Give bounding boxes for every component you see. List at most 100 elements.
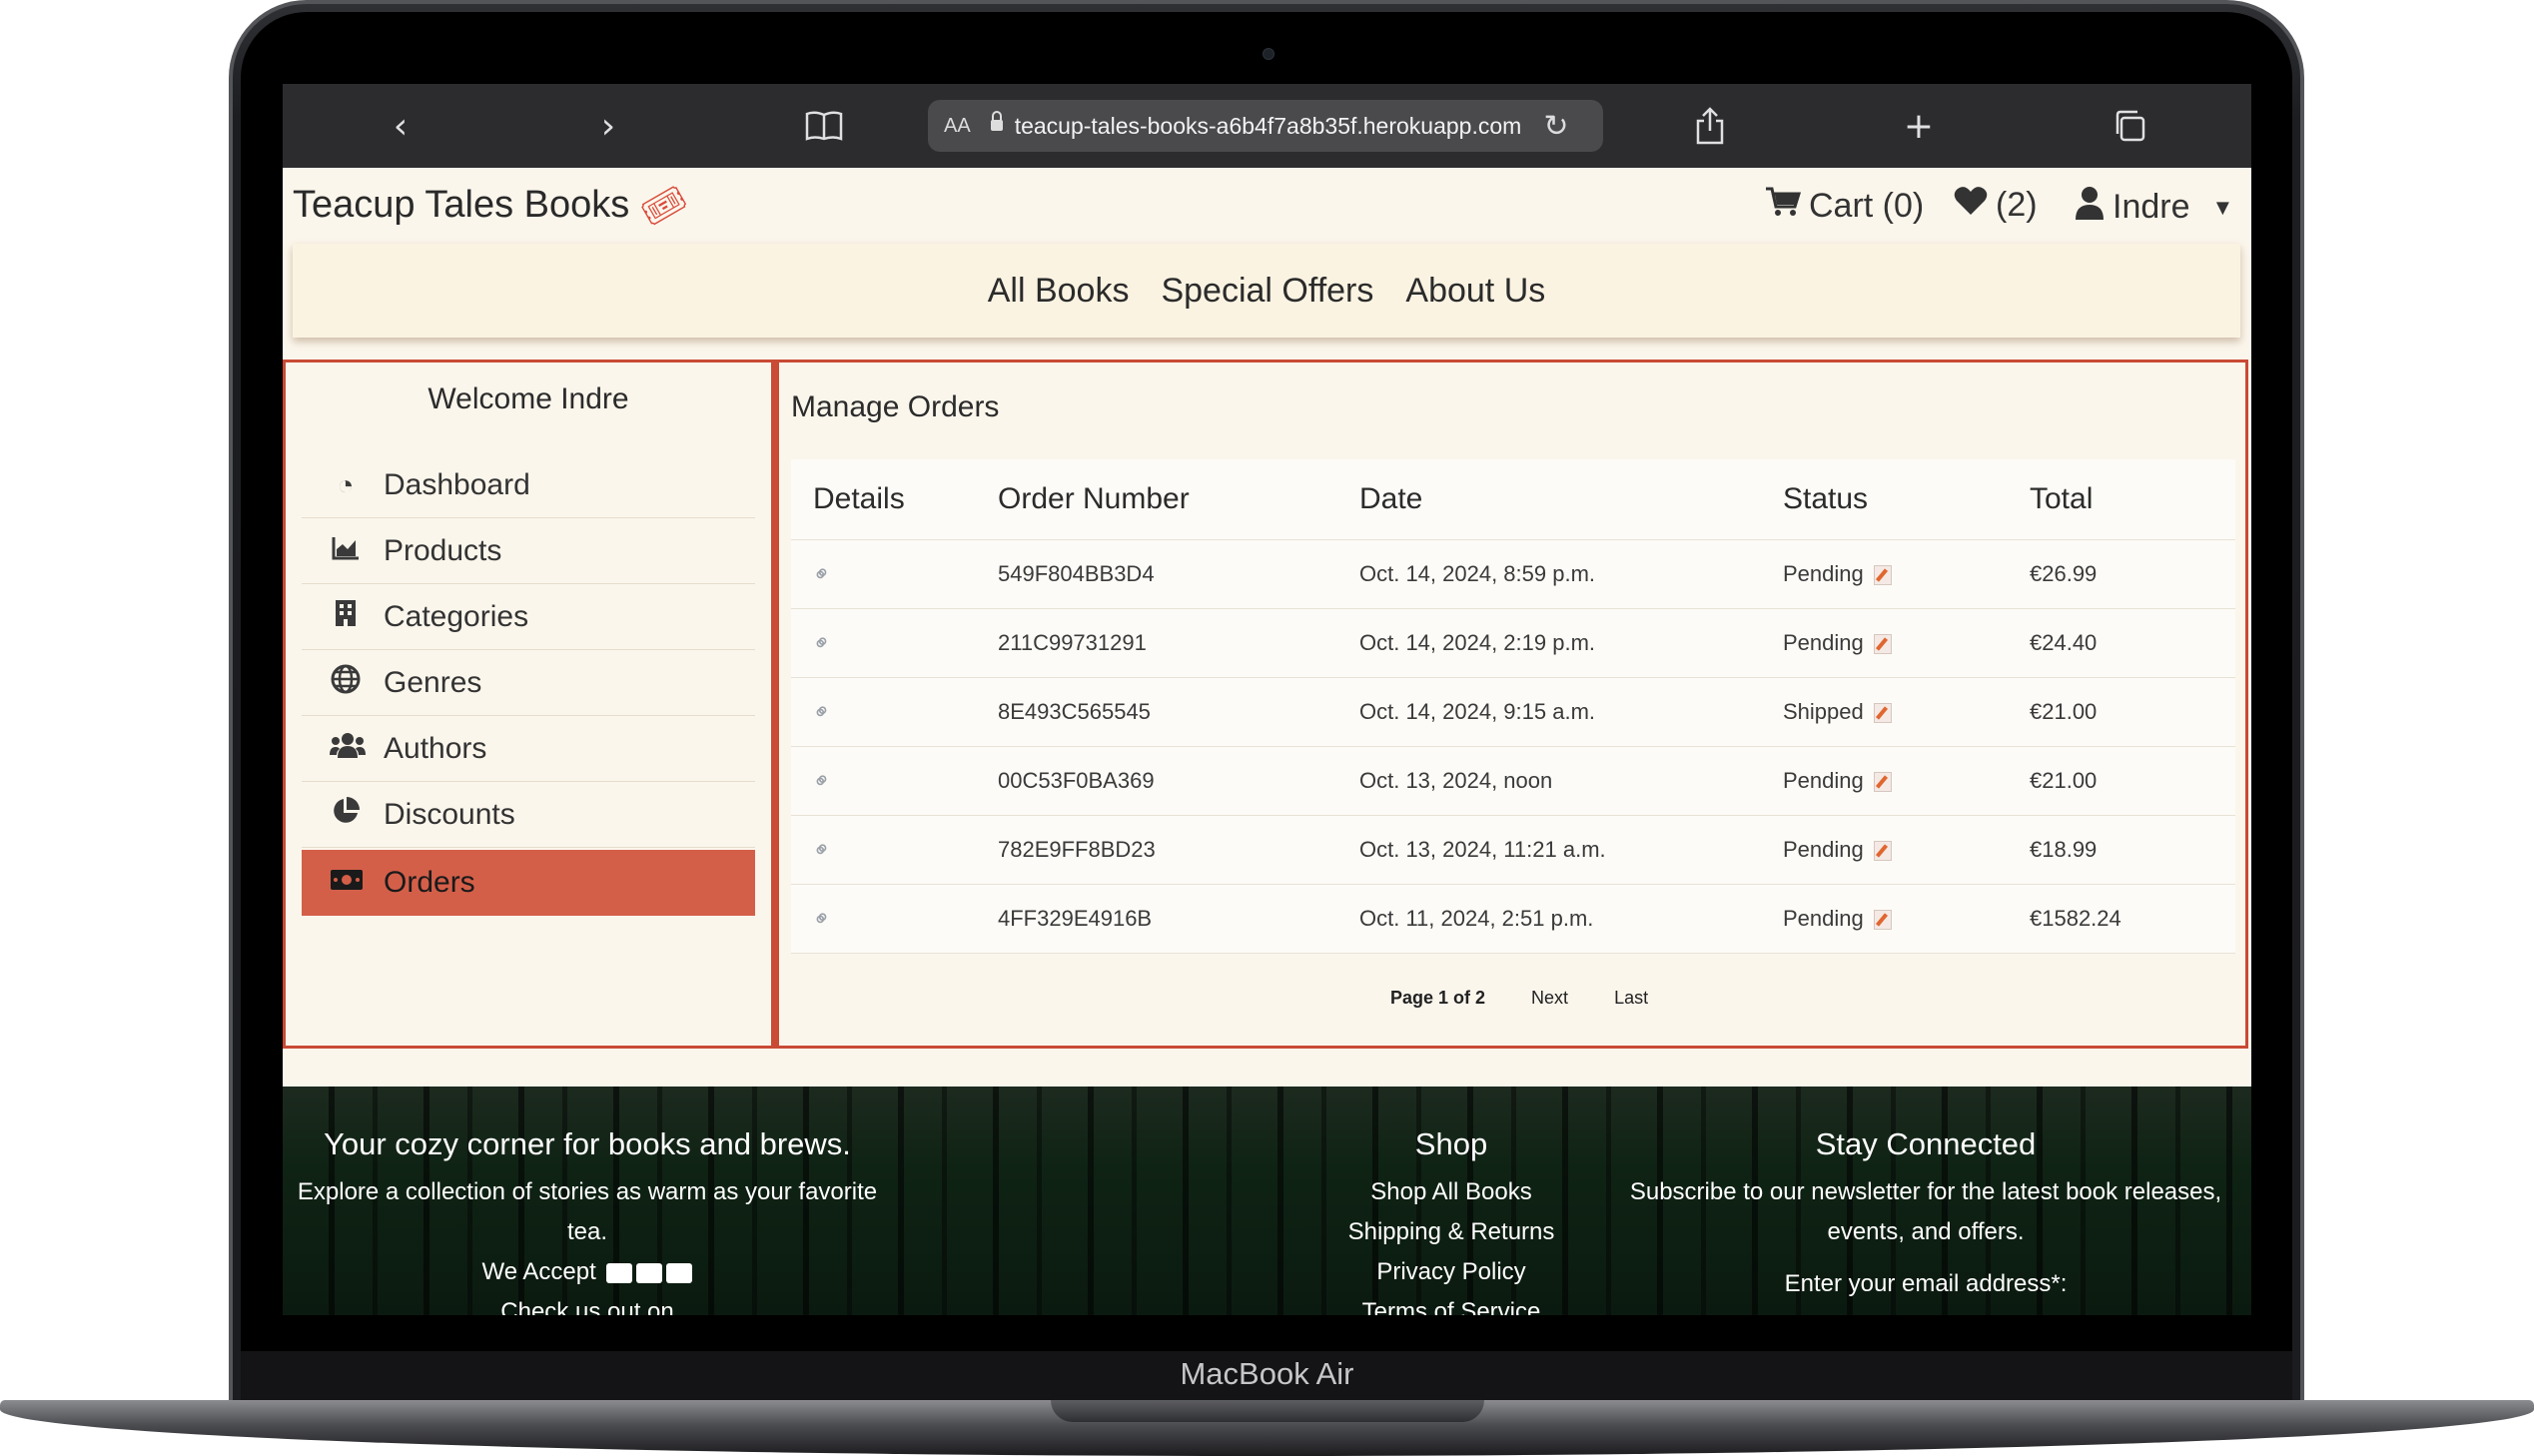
sidebar-item-genres[interactable]: Genres — [302, 650, 755, 716]
order-total: €26.99 — [2030, 539, 2235, 609]
link-icon[interactable]: ⚭ — [807, 903, 838, 934]
footer-about: Your cozy corner for books and brews. Ex… — [293, 1126, 882, 1315]
pie-icon — [330, 796, 362, 833]
mastercard-icon — [666, 1262, 693, 1283]
footer-link-shop-all[interactable]: Shop All Books — [1291, 1172, 1611, 1212]
newsletter-text-1: Subscribe to our newsletter for the late… — [1629, 1178, 2222, 1205]
payment-card-icons — [606, 1262, 693, 1283]
user-name: Indre — [2112, 188, 2190, 226]
footer-link-terms[interactable]: Terms of Service — [1291, 1292, 1611, 1315]
sidebar-item-categories[interactable]: Categories — [302, 584, 755, 650]
reload-icon[interactable]: ↻ — [1543, 109, 1568, 144]
order-date: Oct. 13, 2024, 11:21 a.m. — [1359, 815, 1783, 885]
cart-count: Cart (0) — [1809, 187, 1925, 225]
nav-special-offers[interactable]: Special Offers — [1161, 272, 1373, 311]
screen: ‹ › AA teacup-tales-books-a6b4f7a8b35f.h… — [283, 84, 2251, 1315]
link-icon[interactable]: ⚭ — [807, 834, 838, 865]
reader-aa-icon[interactable]: AA — [944, 115, 971, 138]
pagination: Page 1 of 2 Next Last — [1390, 988, 1648, 1009]
welcome-heading: Welcome Indre — [427, 382, 629, 415]
orders-table: Details Order Number Date Status Total ⚭… — [791, 459, 2235, 954]
device-label: MacBook Air — [1180, 1356, 1354, 1391]
user-icon — [2075, 186, 2105, 229]
order-status: Pending — [1783, 560, 1864, 586]
forward-icon[interactable]: › — [584, 102, 632, 150]
sidebar-item-label: Authors — [384, 731, 487, 765]
page-indicator: Page 1 of 2 — [1390, 988, 1486, 1008]
new-tab-icon[interactable]: + — [1895, 102, 1943, 150]
table-header-row: Details Order Number Date Status Total — [791, 459, 2235, 540]
sidebar-item-dashboard[interactable]: ◔ Dashboard — [302, 452, 755, 518]
sidebar-item-discounts[interactable]: Discounts — [302, 782, 755, 848]
order-number: 211C99731291 — [998, 608, 1359, 678]
next-page-link[interactable]: Next — [1531, 988, 1568, 1009]
tabs-overview-icon[interactable] — [2106, 102, 2153, 150]
wishlist-link[interactable]: (2) — [1954, 186, 2038, 225]
social-label: Check us out on — [500, 1298, 674, 1315]
main-nav: All Books Special Offers About Us — [293, 244, 2240, 338]
web-page: Teacup Tales Books 🎟 Cart (0) (2) Indre … — [283, 168, 2251, 1315]
sidebar-item-products[interactable]: Products — [302, 518, 755, 584]
order-date: Oct. 13, 2024, noon — [1359, 746, 1783, 816]
column-header-details: Details — [791, 459, 998, 540]
footer-connect: Stay Connected Subscribe to our newslett… — [1611, 1126, 2240, 1304]
back-icon[interactable]: ‹ — [377, 102, 424, 150]
ribbon-bookmark-icon: 🎟 — [633, 175, 694, 235]
users-icon — [330, 731, 366, 766]
sidebar-item-orders[interactable]: Orders — [302, 850, 755, 916]
chart-icon — [330, 535, 362, 567]
cart-link[interactable]: Cart (0) — [1765, 186, 1924, 227]
money-icon — [330, 867, 363, 899]
column-header-date: Date — [1359, 459, 1783, 540]
user-menu[interactable]: Indre ▼ — [2075, 186, 2233, 229]
edit-icon[interactable] — [1873, 633, 1892, 654]
bookmarks-icon[interactable] — [800, 102, 848, 150]
column-header-order-number: Order Number — [998, 459, 1359, 540]
footer-connect-title: Stay Connected — [1815, 1126, 2037, 1161]
share-icon[interactable] — [1686, 102, 1734, 150]
sidebar-menu: ◔ Dashboard Products Categories Genres A… — [302, 452, 755, 916]
edit-icon[interactable] — [1873, 771, 1892, 792]
order-date: Oct. 14, 2024, 9:15 a.m. — [1359, 677, 1783, 747]
sidebar-item-authors[interactable]: Authors — [302, 716, 755, 782]
last-page-link[interactable]: Last — [1614, 988, 1648, 1009]
globe-icon — [330, 664, 362, 701]
laptop-notch — [1051, 1400, 1484, 1422]
order-number: 782E9FF8BD23 — [998, 815, 1359, 885]
payment-methods: We Accept — [293, 1252, 882, 1292]
edit-icon[interactable] — [1873, 702, 1892, 723]
lock-icon — [990, 111, 1003, 134]
wishlist-count: (2) — [1996, 186, 2038, 224]
address-bar[interactable]: AA teacup-tales-books-a6b4f7a8b35f.herok… — [928, 100, 1603, 152]
brand-logo[interactable]: Teacup Tales Books 🎟 — [293, 176, 694, 234]
order-status: Pending — [1783, 836, 1864, 862]
footer-description: Explore a collection of stories as warm … — [297, 1178, 878, 1245]
edit-icon[interactable] — [1873, 909, 1892, 930]
edit-icon[interactable] — [1873, 564, 1892, 585]
nav-about-us[interactable]: About Us — [1405, 272, 1545, 311]
edit-icon[interactable] — [1873, 840, 1892, 861]
table-row: ⚭ 00C53F0BA369 Oct. 13, 2024, noon Pendi… — [791, 746, 2235, 816]
link-icon[interactable]: ⚭ — [807, 627, 838, 658]
table-row: ⚭ 8E493C565545 Oct. 14, 2024, 9:15 a.m. … — [791, 677, 2235, 747]
sidebar-item-label: Categories — [384, 599, 529, 633]
footer-link-shipping[interactable]: Shipping & Returns — [1291, 1212, 1611, 1252]
table-row: ⚭ 211C99731291 Oct. 14, 2024, 2:19 p.m. … — [791, 608, 2235, 678]
order-status: Pending — [1783, 905, 1864, 931]
footer-shop: Shop Shop All Books Shipping & Returns P… — [1291, 1126, 1611, 1315]
sidebar-item-label: Genres — [384, 665, 482, 699]
heart-icon — [1954, 186, 1988, 225]
link-icon[interactable]: ⚭ — [807, 558, 838, 589]
nav-all-books[interactable]: All Books — [988, 272, 1130, 311]
column-header-status: Status — [1783, 459, 2030, 540]
order-total: €21.00 — [2030, 677, 2235, 747]
order-total: €21.00 — [2030, 746, 2235, 816]
link-icon[interactable]: ⚭ — [807, 765, 838, 796]
footer-link-privacy[interactable]: Privacy Policy — [1291, 1252, 1611, 1292]
site-footer: Your cozy corner for books and brews. Ex… — [283, 1087, 2251, 1315]
chevron-down-icon: ▼ — [2211, 194, 2234, 220]
sidebar-item-label: Discounts — [384, 797, 515, 831]
page-title: Manage Orders — [791, 390, 1000, 423]
link-icon[interactable]: ⚭ — [807, 696, 838, 727]
site-header: Teacup Tales Books 🎟 Cart (0) (2) Indre … — [283, 168, 2251, 244]
